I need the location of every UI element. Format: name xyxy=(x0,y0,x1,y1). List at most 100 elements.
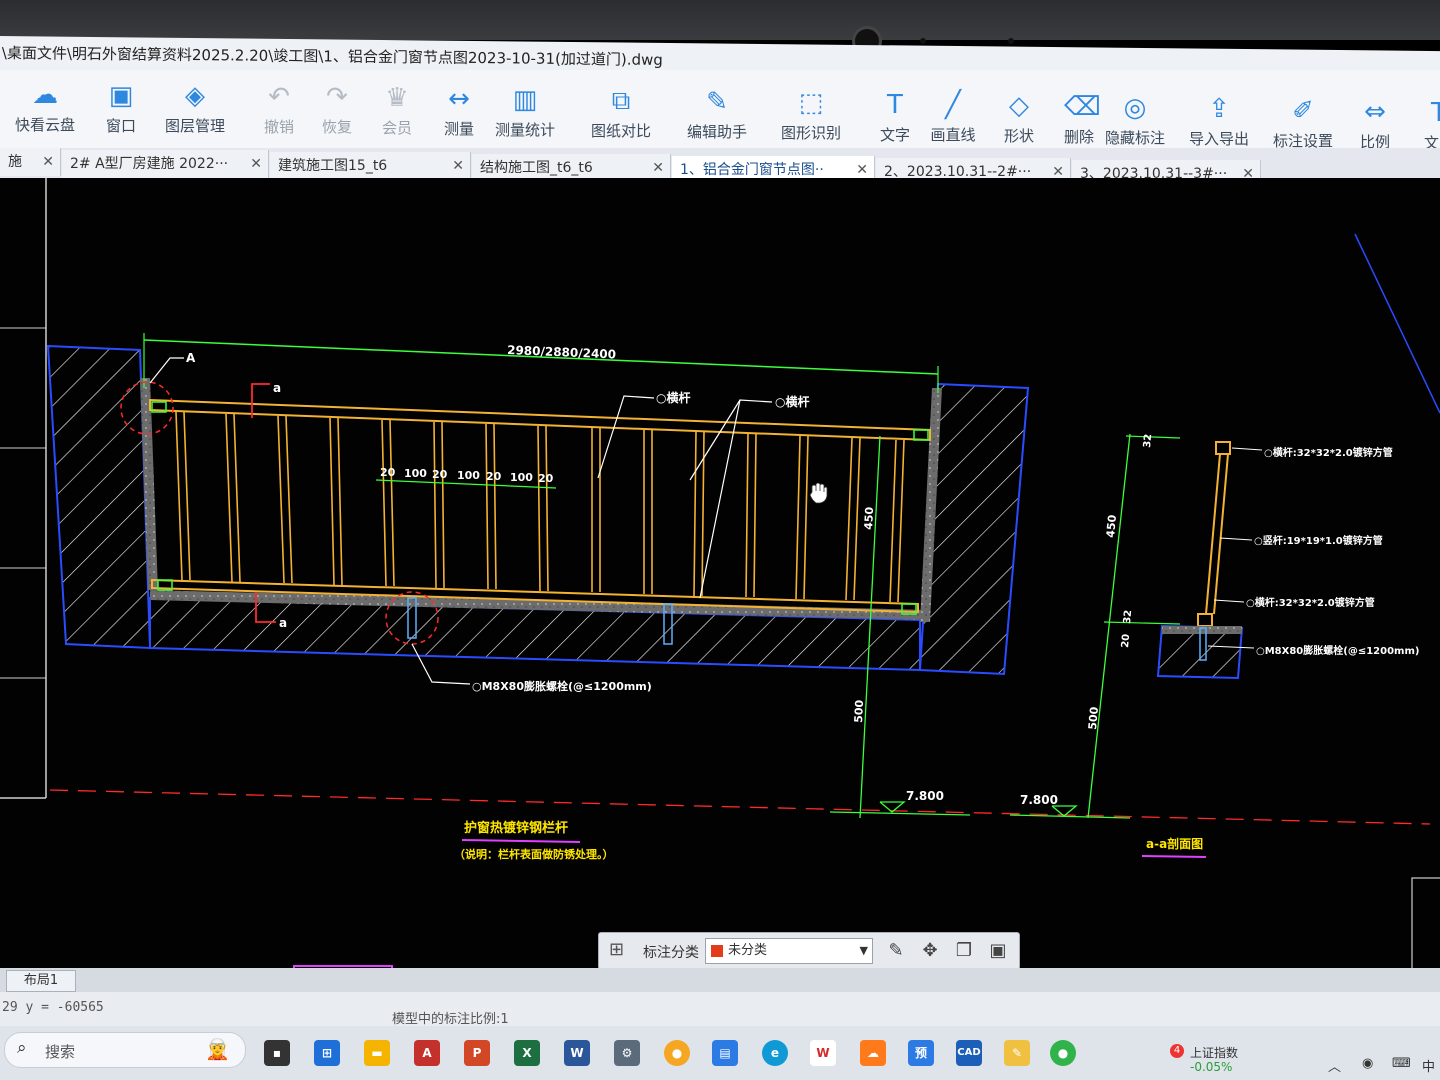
import-export-icon: ⇪ xyxy=(1208,94,1230,125)
ribbon-button-window[interactable]: ▣ 窗口 xyxy=(86,77,156,143)
ribbon-button-label: 窗口 xyxy=(105,116,136,135)
ribbon-button-import-export[interactable]: ⇪ 导入导出 xyxy=(1184,90,1254,156)
chevron-up-icon[interactable]: ︿ xyxy=(1328,1056,1341,1075)
ribbon-button-ruler[interactable]: ↔ 测量 xyxy=(424,80,494,146)
task-view-icon[interactable]: ▪ xyxy=(264,1040,290,1066)
shape-icon: ◇ xyxy=(1009,91,1029,122)
annotation-scale-text: 模型中的标注比例:1 xyxy=(392,1012,509,1027)
ruler-icon: ↔ xyxy=(448,83,470,114)
word-app-icon[interactable]: W xyxy=(564,1040,590,1066)
cloud-app-icon[interactable]: ☁ xyxy=(860,1040,886,1066)
wechat-app-icon[interactable]: ● xyxy=(1050,1040,1076,1066)
store-icon[interactable]: ⊞ xyxy=(314,1040,340,1066)
paste-icon[interactable]: ▣ xyxy=(985,939,1011,963)
section-dim-a: 32 xyxy=(1122,609,1134,624)
tab-1[interactable]: 施 ✕ xyxy=(0,148,61,176)
antivirus-tray-icon[interactable]: ◉ xyxy=(1362,1056,1373,1071)
leader-line xyxy=(149,357,184,384)
top-dimension-text: 2980/2880/2400 xyxy=(507,343,616,362)
screen: \桌面文件\明石外窗结算资料2025.2.20\竣工图\1、铝合金门窗节点图20… xyxy=(0,0,1440,1080)
ime-indicator[interactable]: 中 xyxy=(1422,1056,1435,1075)
left-wall xyxy=(46,344,152,650)
section-label-3: ○横杆:32*32*2.0镀锌方管 xyxy=(1246,596,1375,609)
ribbon-button-label: 编辑助手 xyxy=(686,123,747,142)
edit-annotation-icon[interactable]: ✎ xyxy=(883,939,909,963)
ribbon-button-compare[interactable]: ⧉ 图纸对比 xyxy=(586,82,656,148)
pan-hand-cursor-icon xyxy=(809,482,828,504)
bolt-note: ○M8X80膨胀螺栓(@≤1200mm) xyxy=(472,679,652,693)
tab-2[interactable]: 2# A型厂房建施 2022··· ✕ xyxy=(62,150,269,178)
rail-label-2: ○横杆 xyxy=(775,394,809,409)
ribbon-button-shape-recognize[interactable]: ⬚ 图形识别 xyxy=(776,84,846,150)
grid-icon[interactable]: ⊞ xyxy=(609,939,624,960)
ribbon-button-vip[interactable]: ♛ 会员 xyxy=(362,79,432,145)
preview-app-icon[interactable]: 预 xyxy=(908,1040,934,1066)
ribbon-button-line[interactable]: ╱ 画直线 xyxy=(918,86,988,152)
eraser-icon: ⌫ xyxy=(1064,92,1101,122)
file-explorer-icon[interactable]: ▬ xyxy=(364,1040,390,1066)
balusters xyxy=(175,411,905,603)
cad-app-icon[interactable]: CAD xyxy=(956,1040,982,1066)
leader-line xyxy=(597,395,655,479)
ribbon-button-cloud[interactable]: ☁ 快看云盘 xyxy=(10,76,80,142)
access-app-icon[interactable]: A xyxy=(414,1040,440,1066)
stock-widget[interactable]: 4 上证指数 -0.05% xyxy=(1160,1044,1238,1074)
edge-browser-icon[interactable]: e xyxy=(762,1040,788,1066)
tab-3[interactable]: 建筑施工图15_t6 ✕ xyxy=(270,152,471,180)
close-icon[interactable]: ✕ xyxy=(452,152,464,180)
search-icon: ⌕ xyxy=(17,1038,27,1058)
close-icon[interactable]: ✕ xyxy=(42,148,54,176)
ribbon-button-label: 会员 xyxy=(381,119,412,137)
ribbon-button-label: 图纸对比 xyxy=(590,122,651,140)
ribbon-button-layers[interactable]: ◈ 图层管理 xyxy=(160,77,230,143)
ribbon-button-label: 图层管理 xyxy=(164,117,225,136)
ribbon-button-label: 图形识别 xyxy=(780,124,841,143)
chart-icon: ▥ xyxy=(512,84,538,115)
drawing-canvas[interactable]: 2980/2880/2400 20 100 20 100 20 100 20 ○… xyxy=(0,178,1440,989)
close-icon[interactable]: ✕ xyxy=(250,150,262,178)
copy-icon[interactable]: ❐ xyxy=(951,939,977,963)
tab-label: 结构施工图_t6_t6 xyxy=(480,160,593,176)
main-drawing-title: 护窗热镀锌钢栏杆 xyxy=(464,820,568,836)
calendar-app-icon[interactable]: ▤ xyxy=(712,1040,738,1066)
section-label-2: ○竖杆:19*19*1.0镀锌方管 xyxy=(1254,534,1383,547)
annotation-category-select[interactable]: 未分类 ▼ xyxy=(705,938,873,964)
keyboard-icon[interactable]: ⌨ xyxy=(1392,1056,1411,1071)
section-label-1: ○横杆:32*32*2.0镀锌方管 xyxy=(1264,446,1393,459)
move-icon[interactable]: ✥ xyxy=(917,939,943,963)
cad-drawing[interactable]: 2980/2880/2400 20 100 20 100 20 100 20 ○… xyxy=(0,178,1440,989)
scale-icon: ⇔ xyxy=(1364,96,1386,127)
section-dim-mid: 450 xyxy=(1104,514,1119,538)
spacing-dimensions: 20 100 20 100 20 100 20 xyxy=(380,466,554,485)
section-top-tube xyxy=(1215,441,1231,455)
ribbon-button-chart[interactable]: ▥ 测量统计 xyxy=(490,81,560,147)
chevron-down-icon: ▼ xyxy=(859,944,868,957)
tab-label: 施 xyxy=(8,154,22,170)
title-underline xyxy=(461,839,581,843)
taskbar-search[interactable]: ⌕ 搜索 🧝 xyxy=(4,1032,246,1068)
app-circle-icon[interactable]: ● xyxy=(664,1040,690,1066)
hide-annotation-icon: ◎ xyxy=(1123,93,1147,124)
cursor-coordinates: 29 y = -60565 xyxy=(2,1000,104,1015)
tab-label: 2# A型厂房建施 2022··· xyxy=(70,156,229,172)
svg-text:20: 20 xyxy=(486,470,502,483)
cloud-icon: ☁ xyxy=(32,80,58,110)
notes-app-icon[interactable]: ✎ xyxy=(1004,1040,1030,1066)
ribbon-button-label: 快看云盘 xyxy=(14,116,75,134)
excel-app-icon[interactable]: X xyxy=(514,1040,540,1066)
ribbon-button-edit-assistant[interactable]: ✎ 编辑助手 xyxy=(682,83,752,149)
annotation-category-label: 标注分类 xyxy=(643,945,699,961)
layout-tab-bar: 布局1 xyxy=(0,968,1440,992)
powerpoint-app-icon[interactable]: P xyxy=(464,1040,490,1066)
settings-gear-icon[interactable]: ⚙ xyxy=(614,1040,640,1066)
railing-top-bar xyxy=(149,398,931,442)
blue-guide-line xyxy=(1354,233,1440,414)
section-label-4: ○M8X80膨胀螺栓(@≤1200mm) xyxy=(1256,644,1419,657)
svg-text:20: 20 xyxy=(432,468,448,481)
layout-tab-1[interactable]: 布局1 xyxy=(6,970,76,992)
sensor-dot xyxy=(920,38,926,44)
elevation-right: 7.800 xyxy=(1020,793,1058,807)
ribbon-button-hide-annotation[interactable]: ◎ 隐藏标注 xyxy=(1100,89,1170,155)
section-baluster xyxy=(1213,453,1229,615)
wps-app-icon[interactable]: W xyxy=(810,1040,836,1066)
